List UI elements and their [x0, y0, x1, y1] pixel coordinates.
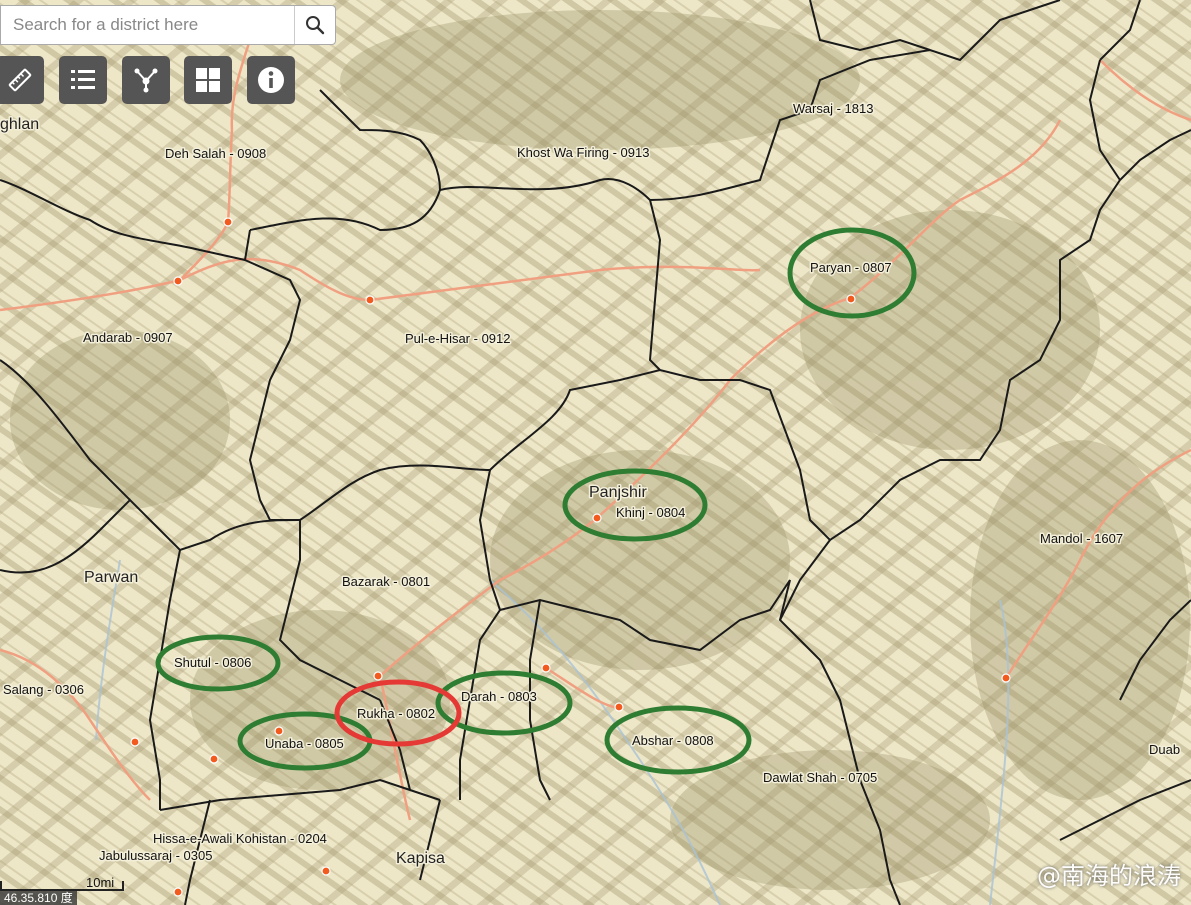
district-label-jabulussaraj: Jabulussaraj - 0305 [99, 848, 212, 863]
town-dot [365, 295, 375, 305]
list-icon [71, 70, 95, 89]
measure-tool-button[interactable] [0, 56, 44, 104]
district-label-khinj: Khinj - 0804 [616, 505, 685, 520]
town-dot [592, 513, 602, 523]
district-label-shutul: Shutul - 0806 [174, 655, 251, 670]
search-button[interactable] [294, 6, 335, 44]
district-label-warsaj: Warsaj - 1813 [793, 101, 873, 116]
district-label-bazarak: Bazarak - 0801 [342, 574, 430, 589]
coordinate-readout: 46.35.810 度 [0, 891, 77, 905]
province-label-kapisa: Kapisa [396, 850, 445, 867]
town-dot [209, 754, 219, 764]
district-label-khost-wa-firing: Khost Wa Firing - 0913 [517, 145, 649, 160]
share-network-icon [134, 68, 158, 93]
town-dot [321, 866, 331, 876]
info-button[interactable] [247, 56, 295, 104]
district-label-paryan: Paryan - 0807 [810, 260, 892, 275]
search-icon [306, 16, 325, 35]
search-input[interactable] [1, 6, 294, 44]
district-label-mandol: Mandol - 1607 [1040, 531, 1123, 546]
district-label-deh-salah: Deh Salah - 0908 [165, 146, 266, 161]
district-search [0, 5, 336, 45]
ruler-icon [8, 68, 32, 92]
district-map[interactable]: ajan Deh Salah - 0908 Khost Wa Firing - … [0, 0, 1191, 905]
town-dot [846, 294, 856, 304]
town-dot [130, 737, 140, 747]
town-dot [373, 671, 383, 681]
town-dot [274, 726, 284, 736]
town-dot [614, 702, 624, 712]
town-dot [223, 217, 233, 227]
share-button[interactable] [122, 56, 170, 104]
layer-list-button[interactable] [59, 56, 107, 104]
info-icon [258, 67, 284, 93]
district-label-duab: Duab [1149, 742, 1180, 757]
town-dot [173, 887, 183, 897]
district-label-andarab: Andarab - 0907 [83, 330, 173, 345]
town-dot [1001, 673, 1011, 683]
district-label-darah: Darah - 0803 [461, 689, 537, 704]
town-dot [541, 663, 551, 673]
watermark: @南海的浪涛 [1037, 862, 1181, 890]
province-label-panjshir: Panjshir [589, 484, 647, 501]
district-label-rukha: Rukha - 0802 [357, 706, 435, 721]
town-dot [173, 276, 183, 286]
basemap-gallery-button[interactable] [184, 56, 232, 104]
district-label-abshar: Abshar - 0808 [632, 733, 714, 748]
district-label-hissa-e-awali-kohistan: Hissa-e-Awali Kohistan - 0204 [153, 831, 327, 846]
district-label-unaba: Unaba - 0805 [265, 736, 344, 751]
district-label-pul-e-hisar: Pul-e-Hisar - 0912 [405, 331, 511, 346]
province-label-baghlan: ghlan [0, 116, 39, 133]
district-label-salang: Salang - 0306 [3, 682, 84, 697]
province-label-parwan: Parwan [84, 569, 138, 586]
district-label-dawlat-shah: Dawlat Shah - 0705 [763, 770, 877, 785]
grid-icon [196, 68, 220, 92]
scale-bar-label: 10mi [86, 875, 115, 890]
